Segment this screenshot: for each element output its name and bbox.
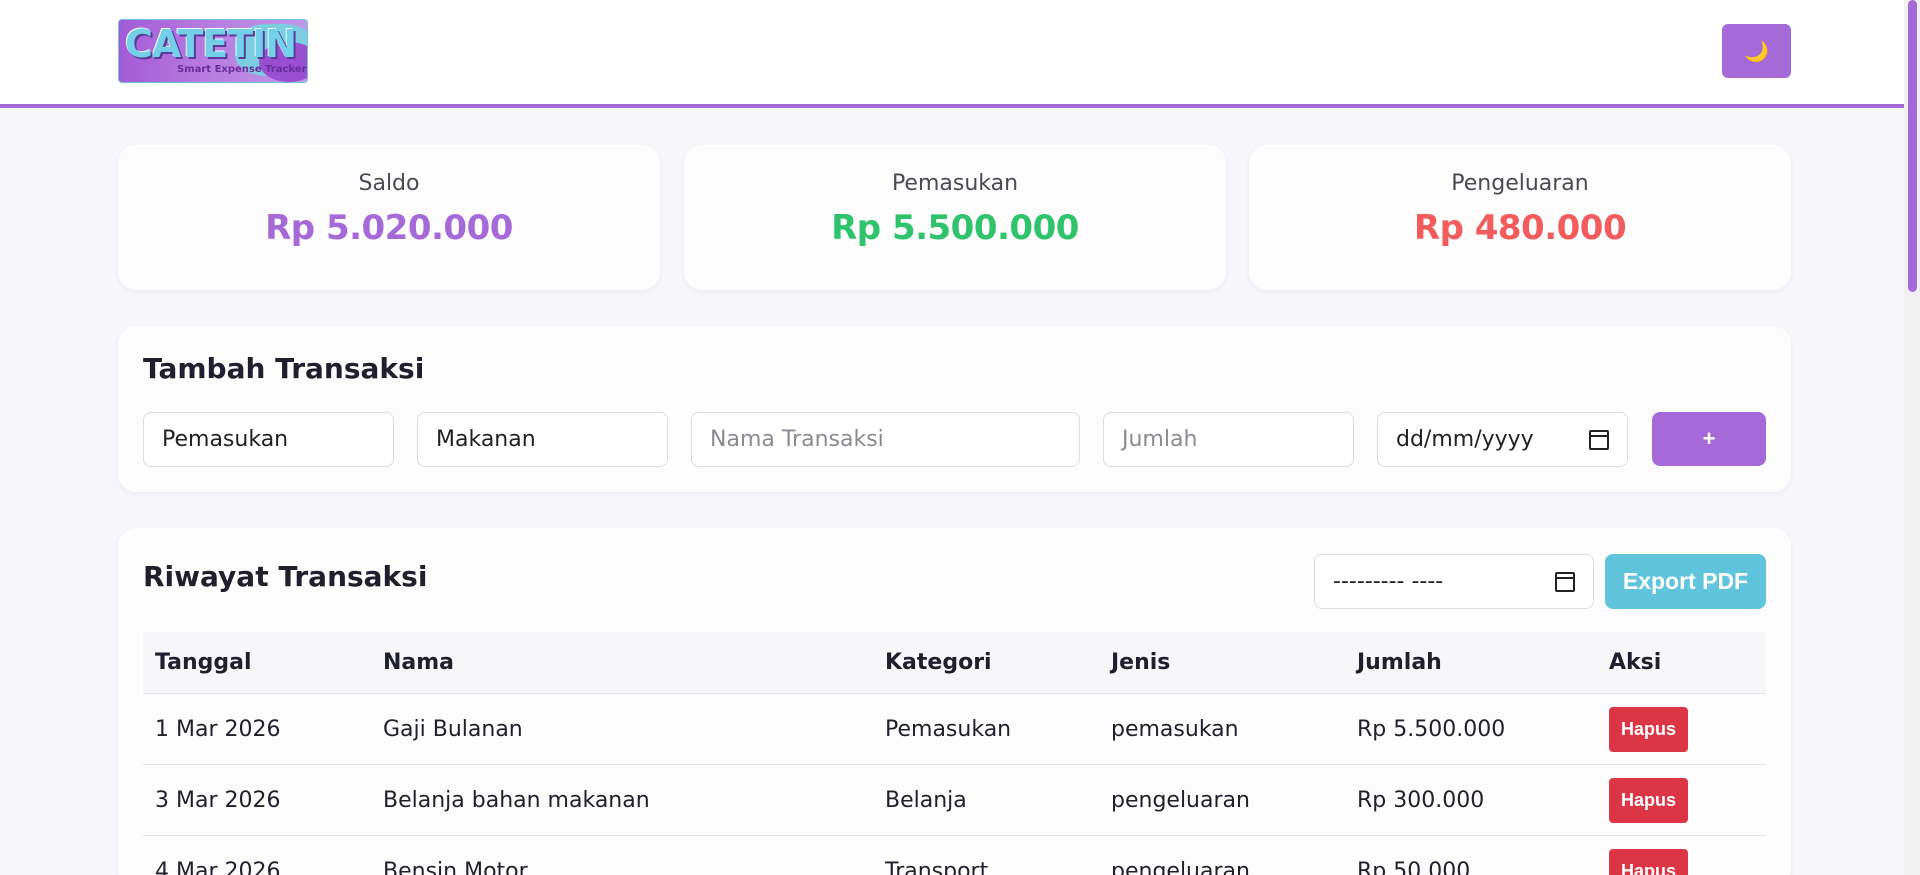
delete-button[interactable]: Hapus — [1609, 777, 1689, 823]
row-action: Hapus — [1609, 694, 1689, 764]
date-input-text: dd/mm/yyyy — [1396, 427, 1534, 452]
logo-tagline: Smart Expense Tracker — [177, 64, 307, 75]
transaction-table: Tanggal Nama Kategori Jenis Jumlah Aksi … — [143, 632, 1766, 875]
row-type: pengeluaran — [1111, 858, 1250, 875]
saldo-card: Saldo Rp 5.020.000 — [118, 145, 660, 290]
row-action: Hapus — [1609, 765, 1689, 835]
app-logo[interactable]: CATETIN Smart Expense Tracker — [118, 19, 308, 83]
amount-input[interactable]: Jumlah — [1103, 412, 1354, 467]
row-action: Hapus — [1609, 836, 1689, 875]
delete-button[interactable]: Hapus — [1609, 706, 1689, 752]
column-header-date: Tanggal — [155, 650, 252, 675]
row-amount: Rp 50.000 — [1357, 858, 1471, 875]
transaction-name-input[interactable]: Nama Transaksi — [691, 412, 1080, 467]
row-amount: Rp 300.000 — [1357, 787, 1485, 813]
row-amount: Rp 5.500.000 — [1357, 716, 1506, 742]
export-pdf-button[interactable]: Export PDF — [1605, 554, 1766, 609]
moon-icon: 🌙 — [1744, 40, 1769, 63]
form-title: Tambah Transaksi — [143, 352, 425, 385]
category-select[interactable]: Makanan — [417, 412, 668, 467]
expense-label: Pengeluaran — [1451, 171, 1589, 196]
saldo-label: Saldo — [358, 171, 420, 196]
row-date: 3 Mar 2026 — [155, 787, 281, 813]
column-header-name: Nama — [383, 650, 455, 675]
table-row: 3 Mar 2026 Belanja bahan makanan Belanja… — [143, 765, 1766, 836]
logo-wordmark: CATETIN — [125, 22, 297, 66]
top-navbar: CATETIN Smart Expense Tracker 🌙 — [0, 0, 1904, 108]
type-select[interactable]: Pemasukan — [143, 412, 394, 467]
saldo-value: Rp 5.020.000 — [265, 208, 513, 248]
row-category: Pemasukan — [885, 716, 1012, 742]
history-title: Riwayat Transaksi — [143, 560, 428, 593]
month-filter-text: --------- ---- — [1333, 569, 1444, 594]
row-date: 1 Mar 2026 — [155, 716, 281, 742]
add-transaction-card: Tambah Transaksi Pemasukan Makanan Nama … — [118, 326, 1791, 492]
column-header-category: Kategori — [885, 650, 992, 675]
row-date: 4 Mar 2026 — [155, 858, 281, 875]
table-row: 4 Mar 2026 Bensin Motor Transport pengel… — [143, 836, 1766, 875]
calendar-icon[interactable] — [1555, 571, 1575, 592]
transaction-history-card: Riwayat Transaksi --------- ---- Export … — [118, 528, 1791, 875]
expense-card: Pengeluaran Rp 480.000 — [1249, 145, 1791, 290]
income-card: Pemasukan Rp 5.500.000 — [684, 145, 1226, 290]
row-type: pengeluaran — [1111, 787, 1250, 813]
date-input[interactable]: dd/mm/yyyy — [1377, 412, 1628, 467]
income-label: Pemasukan — [891, 171, 1019, 196]
table-header: Tanggal Nama Kategori Jenis Jumlah Aksi — [143, 632, 1766, 694]
calendar-icon[interactable] — [1589, 429, 1609, 450]
delete-button[interactable]: Hapus — [1609, 848, 1689, 875]
column-header-amount: Jumlah — [1357, 650, 1442, 675]
table-row: 1 Mar 2026 Gaji Bulanan Pemasukan pemasu… — [143, 694, 1766, 765]
month-filter-input[interactable]: --------- ---- — [1314, 554, 1594, 609]
row-type: pemasukan — [1111, 716, 1239, 742]
row-name: Bensin Motor — [383, 858, 528, 875]
income-value: Rp 5.500.000 — [831, 208, 1079, 248]
row-category: Belanja — [885, 787, 967, 813]
row-category: Transport — [885, 858, 989, 875]
page-scrollbar[interactable] — [1904, 0, 1920, 875]
column-header-type: Jenis — [1111, 650, 1171, 675]
expense-value: Rp 480.000 — [1413, 208, 1627, 248]
row-name: Gaji Bulanan — [383, 716, 523, 742]
row-name: Belanja bahan makanan — [383, 787, 650, 813]
scrollbar-thumb[interactable] — [1908, 0, 1917, 292]
theme-toggle-button[interactable]: 🌙 — [1722, 24, 1791, 78]
add-transaction-button[interactable]: + — [1652, 412, 1766, 466]
column-header-action: Aksi — [1609, 650, 1662, 675]
